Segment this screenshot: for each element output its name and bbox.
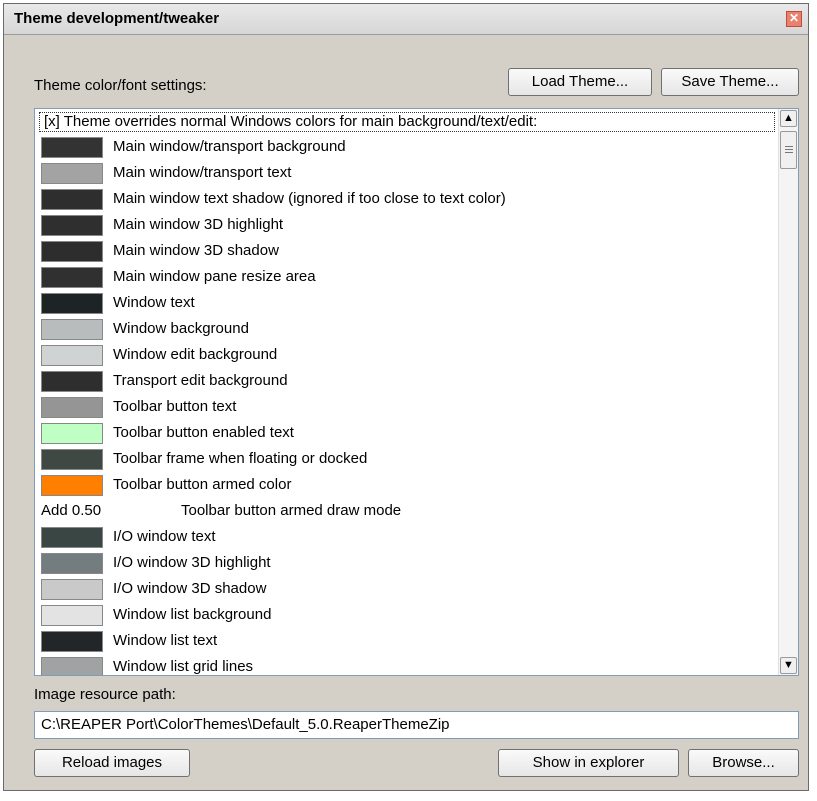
color-item-label: Toolbar button armed color: [113, 476, 292, 493]
color-swatch[interactable]: [41, 371, 103, 392]
close-button[interactable]: ✕: [786, 11, 802, 27]
color-swatch[interactable]: [41, 397, 103, 418]
color-item-row[interactable]: Transport edit background: [41, 369, 771, 395]
color-item-label: Window list grid lines: [113, 658, 254, 675]
color-swatch[interactable]: [41, 189, 103, 210]
window-title: Theme development/tweaker: [14, 10, 220, 27]
color-item-row[interactable]: Toolbar frame when floating or docked: [41, 447, 771, 473]
color-item-label: Window background: [113, 320, 249, 337]
color-item-row[interactable]: Window edit background: [41, 343, 771, 369]
color-item-row[interactable]: Main window 3D shadow: [41, 239, 771, 265]
color-swatch[interactable]: [41, 657, 103, 675]
color-swatch[interactable]: [41, 475, 103, 496]
color-swatch[interactable]: [41, 241, 103, 262]
color-swatch[interactable]: [41, 579, 103, 600]
color-item-row[interactable]: Main window text shadow (ignored if too …: [41, 187, 771, 213]
color-item-label: I/O window 3D shadow: [113, 580, 267, 597]
color-item-label: Main window 3D shadow: [113, 242, 279, 259]
color-swatch[interactable]: [41, 293, 103, 314]
color-settings-list[interactable]: [x] Theme overrides normal Windows color…: [34, 108, 799, 676]
color-item-row[interactable]: I/O window text: [41, 525, 771, 551]
color-swatch[interactable]: [41, 423, 103, 444]
theme-tweaker-window: Theme development/tweaker ✕ Theme color/…: [3, 3, 809, 791]
image-path-field[interactable]: C:\REAPER Port\ColorThemes\Default_5.0.R…: [34, 711, 799, 739]
color-item-row[interactable]: I/O window 3D highlight: [41, 551, 771, 577]
color-item-label: Window list background: [113, 606, 272, 623]
color-item-row[interactable]: Add 0.50 Toolbar button armed draw mode: [41, 499, 771, 525]
color-swatch[interactable]: [41, 527, 103, 548]
grip-line: [785, 152, 793, 153]
draw-mode-value: Add 0.50: [41, 502, 102, 519]
color-swatch[interactable]: [41, 267, 103, 288]
color-item-row[interactable]: Window list grid lines: [41, 655, 771, 675]
color-swatch[interactable]: [41, 553, 103, 574]
color-item-label: Window text: [113, 294, 195, 311]
save-theme-button[interactable]: Save Theme...: [661, 68, 799, 96]
color-item-label: Main window pane resize area: [113, 268, 316, 285]
show-in-explorer-button[interactable]: Show in explorer: [498, 749, 679, 777]
color-item-row[interactable]: Toolbar button enabled text: [41, 421, 771, 447]
color-item-row[interactable]: Main window pane resize area: [41, 265, 771, 291]
color-swatch[interactable]: [41, 449, 103, 470]
grip-line: [785, 149, 793, 150]
color-swatch[interactable]: [41, 605, 103, 626]
color-swatch[interactable]: [41, 137, 103, 158]
color-item-row[interactable]: Main window 3D highlight: [41, 213, 771, 239]
scroll-thumb[interactable]: [780, 131, 797, 169]
color-item-label: Toolbar button text: [113, 398, 237, 415]
vertical-scrollbar[interactable]: ▲ ▼: [778, 109, 798, 675]
color-item-label: Main window 3D highlight: [113, 216, 284, 233]
scroll-down-button[interactable]: ▼: [780, 657, 797, 674]
color-item-label: Window edit background: [113, 346, 278, 363]
close-icon: ✕: [788, 11, 800, 25]
color-settings-label: Theme color/font settings:: [34, 77, 207, 94]
arrow-up-icon: ▲: [783, 112, 794, 124]
color-item-label: I/O window 3D highlight: [113, 554, 271, 571]
scroll-up-button[interactable]: ▲: [780, 110, 797, 127]
reload-images-button[interactable]: Reload images: [34, 749, 190, 777]
image-path-label: Image resource path:: [34, 686, 176, 703]
color-swatch[interactable]: [41, 319, 103, 340]
color-item-label: Toolbar frame when floating or docked: [113, 450, 368, 467]
color-item-row[interactable]: Main window/transport background: [41, 135, 771, 161]
color-item-row[interactable]: I/O window 3D shadow: [41, 577, 771, 603]
color-swatch[interactable]: [41, 215, 103, 236]
color-item-label: Window list text: [113, 632, 218, 649]
load-theme-button[interactable]: Load Theme...: [508, 68, 652, 96]
color-item-row[interactable]: Window text: [41, 291, 771, 317]
color-swatch[interactable]: [41, 631, 103, 652]
color-item-row[interactable]: Main window/transport text: [41, 161, 771, 187]
color-item-label: Toolbar button enabled text: [113, 424, 294, 441]
arrow-down-icon: ▼: [783, 659, 794, 671]
color-swatch[interactable]: [41, 345, 103, 366]
color-swatch[interactable]: [41, 163, 103, 184]
color-item-label: I/O window text: [113, 528, 216, 545]
color-item-row[interactable]: Toolbar button armed color: [41, 473, 771, 499]
color-item-label: Main window/transport text: [113, 164, 292, 181]
color-item-row[interactable]: Window list text: [41, 629, 771, 655]
override-colors-toggle[interactable]: [x] Theme overrides normal Windows color…: [39, 112, 775, 132]
browse-button[interactable]: Browse...: [688, 749, 799, 777]
color-item-label: Main window text shadow (ignored if too …: [113, 190, 506, 207]
color-item-label: Main window/transport background: [113, 138, 346, 155]
color-item-label: Transport edit background: [113, 372, 288, 389]
color-item-label: Toolbar button armed draw mode: [181, 502, 402, 519]
color-item-row[interactable]: Window list background: [41, 603, 771, 629]
color-item-row[interactable]: Window background: [41, 317, 771, 343]
grip-line: [785, 146, 793, 147]
color-item-row[interactable]: Toolbar button text: [41, 395, 771, 421]
title-bar[interactable]: Theme development/tweaker ✕: [4, 4, 808, 35]
